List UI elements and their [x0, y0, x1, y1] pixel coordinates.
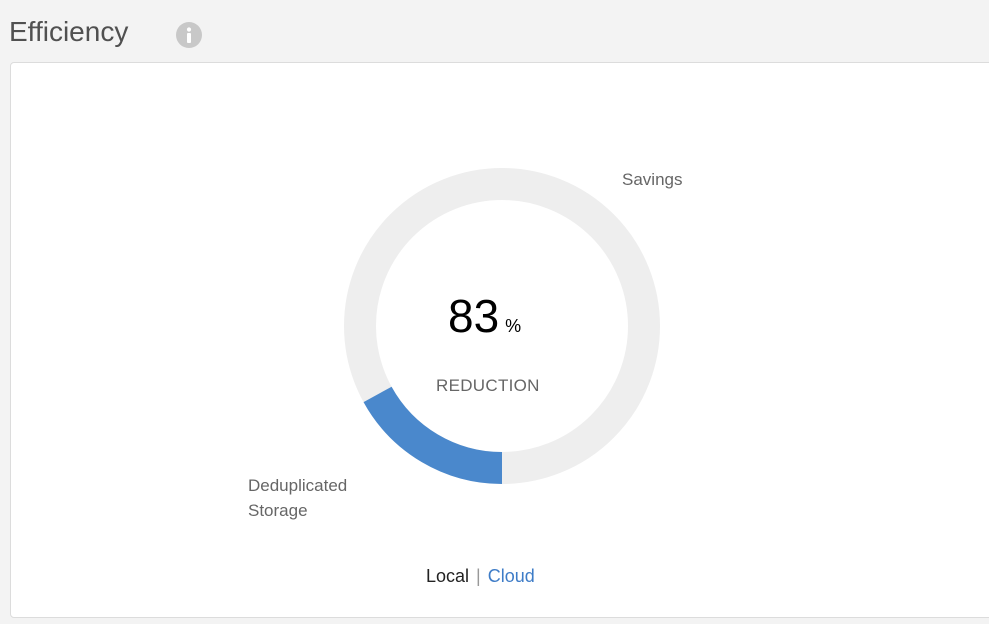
reduction-value: 83%: [448, 290, 521, 352]
reduction-number: 83: [448, 290, 500, 342]
deduplicated-label-line1: Deduplicated: [248, 476, 348, 495]
toggle-local[interactable]: Local: [426, 566, 469, 586]
local-cloud-toggle: Local | Cloud: [426, 562, 535, 590]
reduction-unit: %: [505, 316, 522, 336]
toggle-cloud[interactable]: Cloud: [488, 566, 535, 586]
deduplicated-label-line2: Storage: [248, 501, 308, 520]
savings-label: Savings: [622, 170, 683, 189]
deduplicated-storage-label: Deduplicated Storage: [248, 473, 347, 523]
reduction-caption: REDUCTION: [436, 376, 540, 395]
toggle-separator: |: [476, 566, 481, 586]
deduplicated-storage-ring-segment: [363, 386, 503, 484]
